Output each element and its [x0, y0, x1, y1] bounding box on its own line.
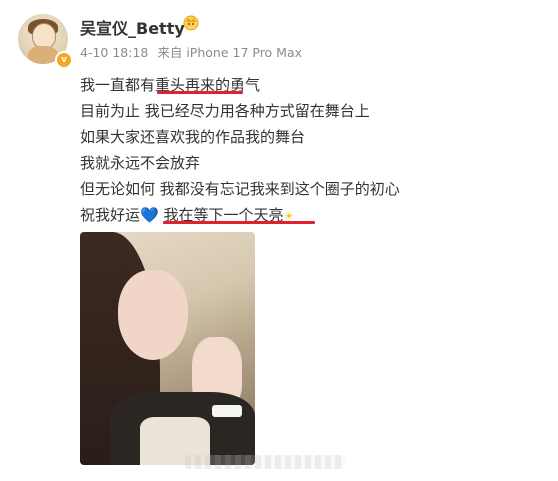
post-meta: 4-10 18:18 来自 iPhone 17 Pro Max	[80, 42, 307, 61]
crown-icon	[183, 15, 199, 31]
red-underline-2	[163, 221, 315, 224]
post-content: 我一直都有重头再来的勇气 目前为止 我已经尽力用各种方式留在舞台上 如果大家还喜…	[80, 72, 400, 228]
red-underline-1	[157, 91, 243, 94]
post-photo[interactable]	[80, 232, 255, 465]
heart-icon: 💙	[140, 206, 159, 224]
post-source: 来自 iPhone 17 Pro Max	[157, 45, 303, 60]
avatar-body	[28, 46, 58, 64]
username[interactable]: 吴宣仪_Betty	[80, 15, 185, 39]
content-line-5: 但无论如何 我都没有忘记我来到这个圈子的初心	[80, 180, 400, 198]
vip-badge-icon: v	[55, 51, 73, 69]
post-date[interactable]: 4-10 18:18	[80, 45, 148, 60]
content-line-2: 目前为止 我已经尽力用各种方式留在舞台上	[80, 102, 370, 120]
content-line-1: 我一直都有重头再来的勇气	[80, 76, 261, 94]
content-line-6: 祝我好运💙 我在等下一个天亮☀	[80, 202, 400, 228]
content-line-6-head: 祝我好运	[80, 206, 141, 224]
watermark	[185, 455, 345, 469]
photo-face	[118, 270, 188, 360]
content-line-3: 如果大家还喜欢我的作品我的舞台	[80, 128, 306, 146]
content-line-4: 我就永远不会放弃	[80, 154, 201, 172]
photo-watch	[212, 405, 242, 417]
